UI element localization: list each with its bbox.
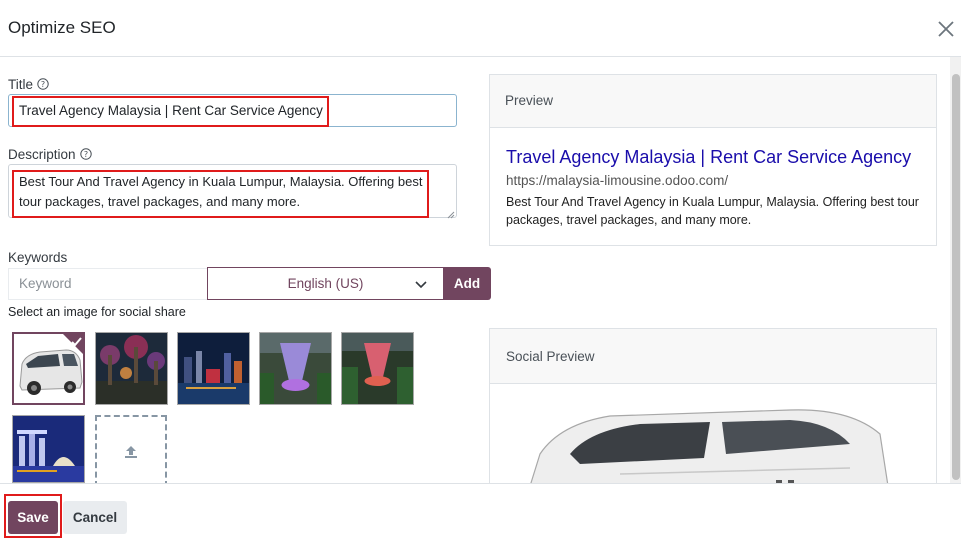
preview-description: Best Tour And Travel Agency in Kuala Lum… (506, 195, 919, 227)
keyword-input[interactable]: Keyword (8, 268, 208, 300)
svg-text:?: ? (83, 150, 87, 159)
dialog-footer (0, 483, 961, 542)
image-section-label: Select an image for social share (8, 305, 186, 319)
preview-header: Preview (490, 75, 936, 128)
search-preview-card: Preview Travel Agency Malaysia | Rent Ca… (489, 74, 937, 246)
scrollbar-thumb[interactable] (952, 74, 960, 480)
description-textarea[interactable]: Best Tour And Travel Agency in Kuala Lum… (8, 164, 457, 218)
upload-icon (123, 444, 139, 465)
social-preview-header: Social Preview (490, 329, 936, 384)
chevron-down-icon (414, 278, 428, 290)
description-label: Description? (8, 147, 92, 162)
question-circle-icon[interactable]: ? (79, 148, 92, 160)
social-preview-card: Social Preview (489, 328, 937, 498)
dialog-header: Optimize SEO (0, 0, 961, 57)
keywords-label: Keywords (8, 250, 68, 265)
close-icon[interactable] (934, 17, 958, 41)
image-option-gardens-night[interactable] (95, 332, 168, 405)
upload-image-button[interactable] (95, 415, 167, 487)
resize-grip-icon[interactable] (445, 206, 455, 219)
add-keyword-button[interactable]: Add (443, 267, 491, 300)
image-option-white-van[interactable] (12, 332, 85, 405)
image-option-marina-night[interactable] (177, 332, 250, 405)
language-select[interactable]: English (US) (207, 267, 444, 300)
cancel-button[interactable]: Cancel (63, 501, 127, 534)
save-button[interactable]: Save (8, 501, 58, 534)
dialog-title: Optimize SEO (8, 18, 116, 37)
title-input[interactable]: Travel Agency Malaysia | Rent Car Servic… (8, 94, 457, 127)
svg-text:?: ? (41, 80, 45, 89)
image-option-marina-sands[interactable] (12, 415, 85, 483)
social-preview-image (490, 384, 936, 497)
preview-url: https://malaysia-limousine.odoo.com/ (506, 173, 729, 188)
image-option-waterfall-red[interactable] (341, 332, 414, 405)
preview-title: Travel Agency Malaysia | Rent Car Servic… (506, 147, 912, 167)
image-option-waterfall-purple[interactable] (259, 332, 332, 405)
question-circle-icon[interactable]: ? (37, 78, 49, 90)
title-label: Title? (8, 77, 49, 92)
